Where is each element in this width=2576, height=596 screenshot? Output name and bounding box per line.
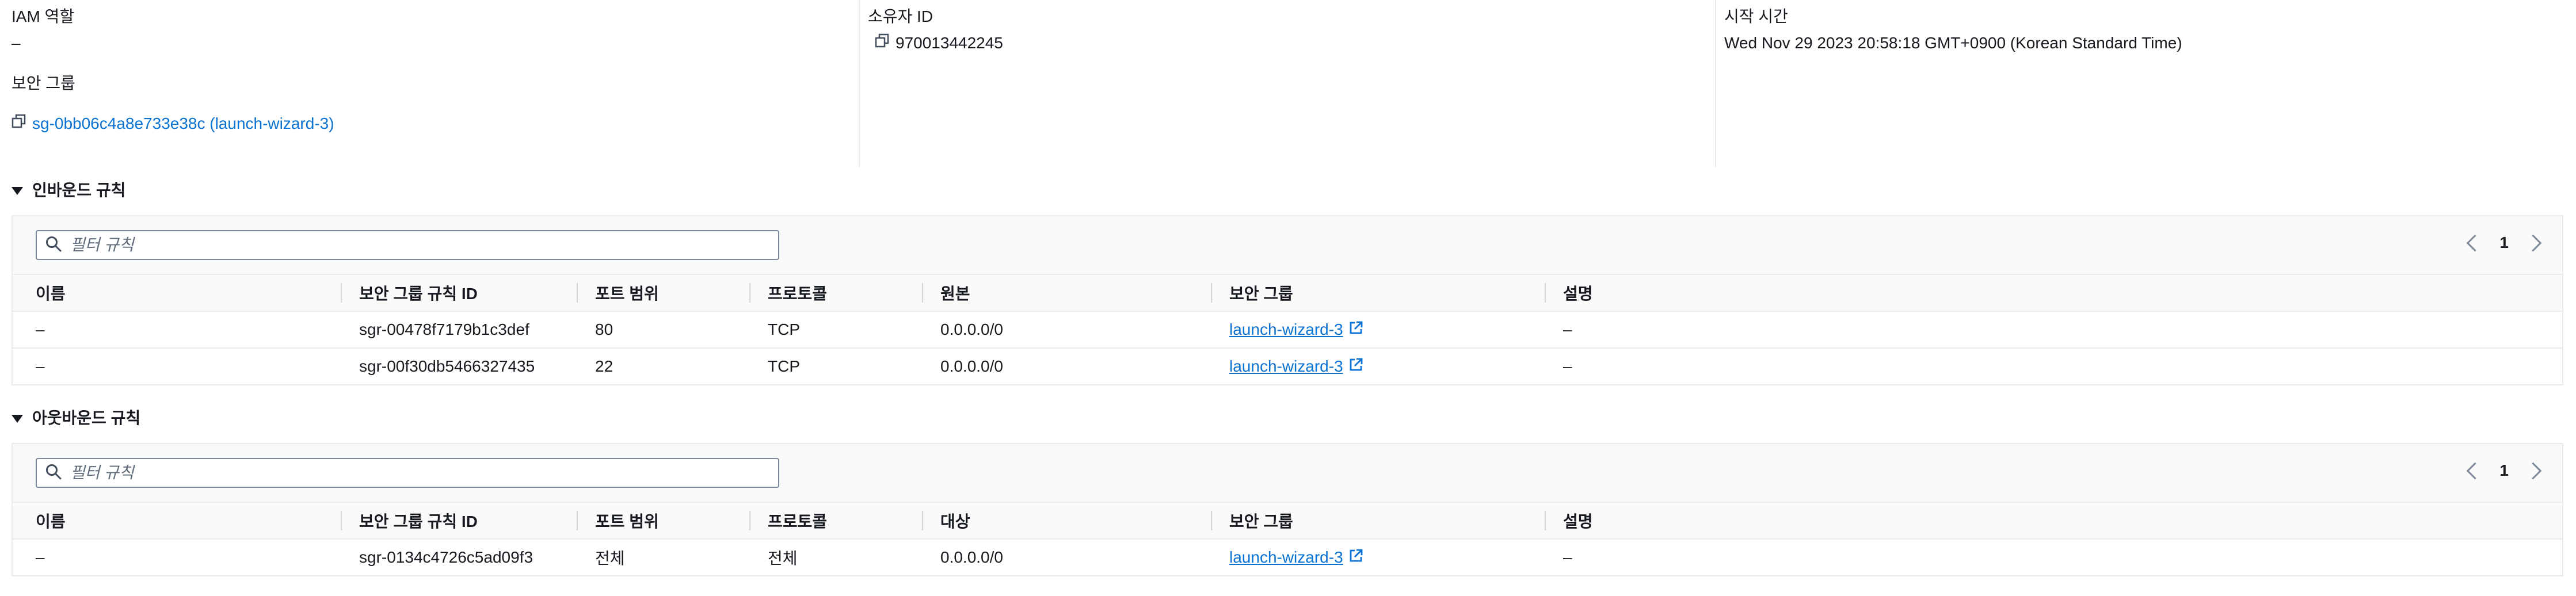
column-header[interactable]: 원본 xyxy=(922,275,1211,312)
cell-destination: 0.0.0.0/0 xyxy=(940,548,1003,566)
column-divider xyxy=(1715,0,1716,167)
table-header-row: 이름 보안 그룹 규칙 ID 포트 범위 프로토콜 원본 보안 그룹 설명 xyxy=(13,275,2562,312)
chevron-left-icon[interactable] xyxy=(2467,234,2484,251)
inbound-rules-table: 이름 보안 그룹 규칙 ID 포트 범위 프로토콜 원본 보안 그룹 설명 – … xyxy=(13,275,2562,384)
column-header[interactable]: 이름 xyxy=(13,503,341,540)
outbound-filter-input[interactable] xyxy=(69,463,778,483)
inbound-filter-input[interactable] xyxy=(69,235,778,255)
outbound-rules-panel: 1 이름 보안 그룹 규칙 ID 포트 범위 프로토콜 대상 보안 그룹 설명 xyxy=(12,443,2563,576)
column-divider xyxy=(859,0,860,167)
inbound-filter xyxy=(36,230,779,260)
cell-protocol: 전체 xyxy=(768,549,798,567)
security-group-field: 보안 그룹 sg-0bb06c4a8e733e38c (launch-wizar… xyxy=(12,74,334,133)
external-link-icon[interactable] xyxy=(1348,320,1364,340)
chevron-left-icon[interactable] xyxy=(2467,462,2484,479)
column-header[interactable]: 보안 그룹 규칙 ID xyxy=(341,275,577,312)
copy-icon[interactable] xyxy=(12,114,26,133)
outbound-pagination: 1 xyxy=(2467,461,2542,480)
iam-role-field: IAM 역할 – xyxy=(12,7,74,53)
chevron-right-icon[interactable] xyxy=(2524,234,2542,251)
cell-protocol: TCP xyxy=(768,357,800,375)
column-header[interactable]: 포트 범위 xyxy=(577,275,749,312)
column-header[interactable]: 대상 xyxy=(922,503,1211,540)
cell-rule-id: sgr-0134c4726c5ad09f3 xyxy=(359,548,534,566)
security-group-link[interactable]: launch-wizard-3 xyxy=(1229,548,1343,567)
cell-protocol: TCP xyxy=(749,311,922,349)
table-header-row: 이름 보안 그룹 규칙 ID 포트 범위 프로토콜 대상 보안 그룹 설명 xyxy=(13,503,2562,540)
column-header[interactable]: 설명 xyxy=(1545,275,2562,312)
caret-down-icon xyxy=(12,415,23,423)
copy-icon[interactable] xyxy=(875,33,890,53)
cell-name: – xyxy=(36,357,45,375)
launch-time-value: Wed Nov 29 2023 20:58:18 GMT+0900 (Korea… xyxy=(1724,34,2182,52)
launch-time-label: 시작 시간 xyxy=(1724,7,1788,25)
inbound-pagination: 1 xyxy=(2467,234,2542,252)
caret-down-icon xyxy=(12,187,23,195)
page: IAM 역할 – 보안 그룹 sg-0bb06c4a8e733e38c (lau… xyxy=(0,0,2576,596)
column-header[interactable]: 이름 xyxy=(13,275,341,312)
cell-security-group: launch-wizard-3 xyxy=(1211,348,1545,384)
cell-security-group: launch-wizard-3 xyxy=(1211,311,1545,349)
cell-rule-id: sgr-00f30db5466327435 xyxy=(359,357,535,375)
cell-name: – xyxy=(13,311,341,349)
cell-source: 0.0.0.0/0 xyxy=(940,357,1003,375)
outbound-filter xyxy=(36,458,779,488)
cell-source: 0.0.0.0/0 xyxy=(922,311,1211,349)
iam-role-value: – xyxy=(12,34,21,52)
inbound-rules-toggle[interactable]: 인바운드 규칙 xyxy=(12,181,125,200)
table-row[interactable]: – sgr-0134c4726c5ad09f3 전체 전체 0.0.0.0/0 … xyxy=(13,539,2562,575)
cell-description: – xyxy=(1563,357,1572,375)
security-group-value: sg-0bb06c4a8e733e38c (launch-wizard-3) xyxy=(12,114,334,133)
cell-description: – xyxy=(1563,548,1572,566)
column-header[interactable]: 보안 그룹 xyxy=(1211,275,1545,312)
search-icon xyxy=(45,235,62,255)
page-number[interactable]: 1 xyxy=(2499,461,2509,480)
inbound-rules-title: 인바운드 규칙 xyxy=(32,181,126,199)
table-row[interactable]: – sgr-00478f7179b1c3def 80 TCP 0.0.0.0/0… xyxy=(13,311,2562,349)
page-number[interactable]: 1 xyxy=(2499,234,2509,252)
column-header[interactable]: 프로토콜 xyxy=(749,275,922,312)
cell-description: – xyxy=(1545,311,2562,349)
external-link-icon[interactable] xyxy=(1348,548,1364,568)
outbound-rules-table: 이름 보안 그룹 규칙 ID 포트 범위 프로토콜 대상 보안 그룹 설명 – … xyxy=(13,503,2562,575)
table-row[interactable]: – sgr-00f30db5466327435 22 TCP 0.0.0.0/0… xyxy=(13,348,2562,384)
inbound-toolbar: 1 xyxy=(13,216,2562,275)
owner-id-field: 소유자 ID 970013442245 xyxy=(868,7,1003,53)
cell-rule-id: sgr-00478f7179b1c3def xyxy=(341,311,577,349)
outbound-toolbar: 1 xyxy=(13,444,2562,503)
column-header[interactable]: 설명 xyxy=(1545,503,2562,540)
security-group-link[interactable]: launch-wizard-3 xyxy=(1229,357,1343,376)
owner-id-label: 소유자 ID xyxy=(868,7,933,25)
search-icon xyxy=(45,463,62,483)
outbound-rules-title: 아웃바운드 규칙 xyxy=(32,409,141,427)
cell-port: 22 xyxy=(595,357,613,375)
security-group-label: 보안 그룹 xyxy=(12,74,75,92)
launch-time-field: 시작 시간 Wed Nov 29 2023 20:58:18 GMT+0900 … xyxy=(1724,7,2182,53)
security-group-link[interactable]: sg-0bb06c4a8e733e38c (launch-wizard-3) xyxy=(32,114,334,133)
chevron-right-icon[interactable] xyxy=(2524,462,2542,479)
cell-port: 80 xyxy=(577,311,749,349)
column-header[interactable]: 보안 그룹 xyxy=(1211,503,1545,540)
owner-id-text: 970013442245 xyxy=(895,34,1003,52)
iam-role-label: IAM 역할 xyxy=(12,7,75,25)
external-link-icon[interactable] xyxy=(1348,357,1364,377)
column-header[interactable]: 프로토콜 xyxy=(749,503,922,540)
outbound-rules-toggle[interactable]: 아웃바운드 규칙 xyxy=(12,408,140,428)
inbound-rules-panel: 1 이름 보안 그룹 규칙 ID 포트 범위 프로토콜 원본 보안 그룹 설명 xyxy=(12,215,2563,385)
security-group-link[interactable]: launch-wizard-3 xyxy=(1229,320,1343,339)
cell-security-group: launch-wizard-3 xyxy=(1211,539,1545,575)
cell-name: – xyxy=(36,548,45,566)
column-header[interactable]: 보안 그룹 규칙 ID xyxy=(341,503,577,540)
column-header[interactable]: 포트 범위 xyxy=(577,503,749,540)
cell-port: 전체 xyxy=(595,549,625,567)
owner-id-value: 970013442245 xyxy=(868,33,1003,53)
